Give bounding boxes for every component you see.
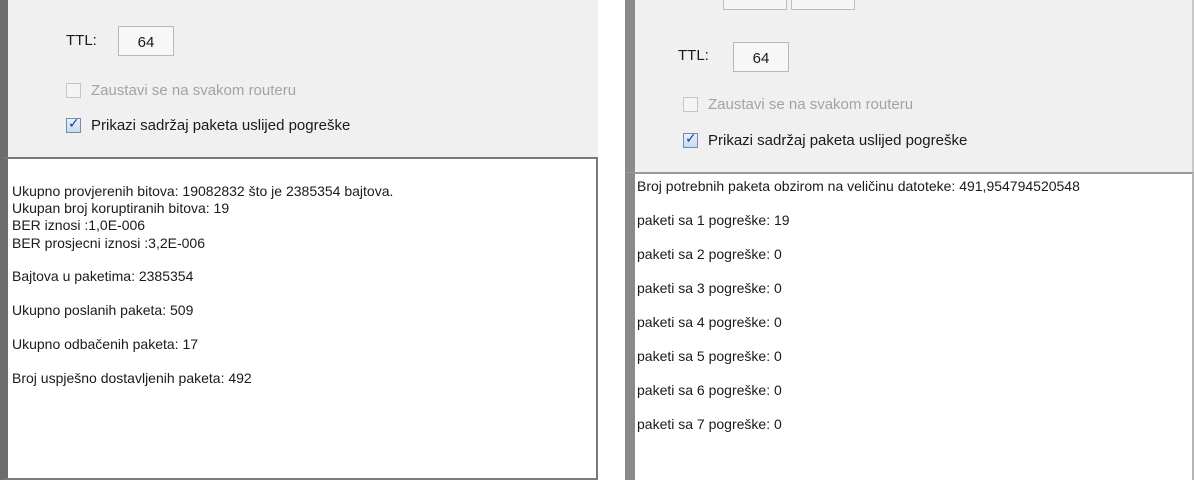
output-line: Broj potrebnih paketa obzirom na veličin… bbox=[637, 178, 1080, 194]
show-packet-content-label: Prikazi sadržaj paketa uslijed pogreške bbox=[91, 117, 351, 134]
output-line: paketi sa 4 pogreške: 0 bbox=[637, 314, 782, 330]
ttl-input[interactable]: 64 bbox=[733, 42, 789, 72]
show-packet-content-checkbox[interactable] bbox=[66, 116, 81, 133]
show-packet-content-label: Prikazi sadržaj paketa uslijed pogreške bbox=[708, 132, 968, 149]
output-line: Ukupno provjerenih bitova: 19082832 što … bbox=[12, 183, 394, 199]
settings-panel: TTL: 64 Zaustavi se na svakom routeru Pr… bbox=[0, 0, 598, 157]
ttl-label: TTL: bbox=[678, 47, 709, 64]
output-line: Broj uspješno dostavljenih paketa: 492 bbox=[12, 370, 252, 386]
output-line: Ukupno poslanih paketa: 509 bbox=[12, 302, 194, 318]
show-packet-content-row[interactable]: Prikazi sadržaj paketa uslijed pogreške bbox=[683, 131, 968, 149]
stop-at-router-checkbox[interactable] bbox=[683, 97, 698, 112]
output-line: Ukupno odbačenih paketa: 17 bbox=[12, 336, 199, 352]
ttl-input[interactable]: 64 bbox=[118, 26, 174, 56]
partial-control bbox=[791, 0, 855, 10]
output-line: paketi sa 5 pogreške: 0 bbox=[637, 348, 782, 364]
right-window: TTL: 64 Zaustavi se na svakom routeru Pr… bbox=[625, 0, 1194, 480]
output-line: BER iznosi :1,0E-006 bbox=[12, 217, 146, 233]
stop-at-router-label: Zaustavi se na svakom routeru bbox=[708, 96, 914, 113]
stop-at-router-row[interactable]: Zaustavi se na svakom routeru bbox=[683, 96, 913, 113]
settings-panel: TTL: 64 Zaustavi se na svakom routeru Pr… bbox=[625, 0, 1194, 172]
output-textbox[interactable]: Broj potrebnih paketa obzirom na veličin… bbox=[625, 172, 1194, 480]
partial-control bbox=[723, 0, 787, 10]
output-line: paketi sa 1 pogreške: 19 bbox=[637, 212, 790, 228]
left-window: TTL: 64 Zaustavi se na svakom routeru Pr… bbox=[0, 0, 598, 480]
output-line: paketi sa 6 pogreške: 0 bbox=[637, 382, 782, 398]
stop-at-router-label: Zaustavi se na svakom routeru bbox=[91, 82, 297, 99]
output-textbox[interactable]: Ukupno provjerenih bitova: 19082832 što … bbox=[0, 157, 598, 480]
output-line: paketi sa 3 pogreške: 0 bbox=[637, 280, 782, 296]
output-line: paketi sa 7 pogreške: 0 bbox=[637, 416, 782, 432]
show-packet-content-row[interactable]: Prikazi sadržaj paketa uslijed pogreške bbox=[66, 116, 351, 134]
show-packet-content-checkbox[interactable] bbox=[683, 131, 698, 148]
output-line: paketi sa 2 pogreške: 0 bbox=[637, 246, 782, 262]
stop-at-router-checkbox[interactable] bbox=[66, 83, 81, 98]
output-line: Ukupan broj koruptiranih bitova: 19 bbox=[12, 200, 230, 216]
output-line: BER prosjecni iznosi :3,2E-006 bbox=[12, 235, 205, 251]
stop-at-router-row[interactable]: Zaustavi se na svakom routeru bbox=[66, 82, 296, 99]
output-line: Bajtova u paketima: 2385354 bbox=[12, 268, 194, 284]
ttl-label: TTL: bbox=[66, 32, 97, 49]
